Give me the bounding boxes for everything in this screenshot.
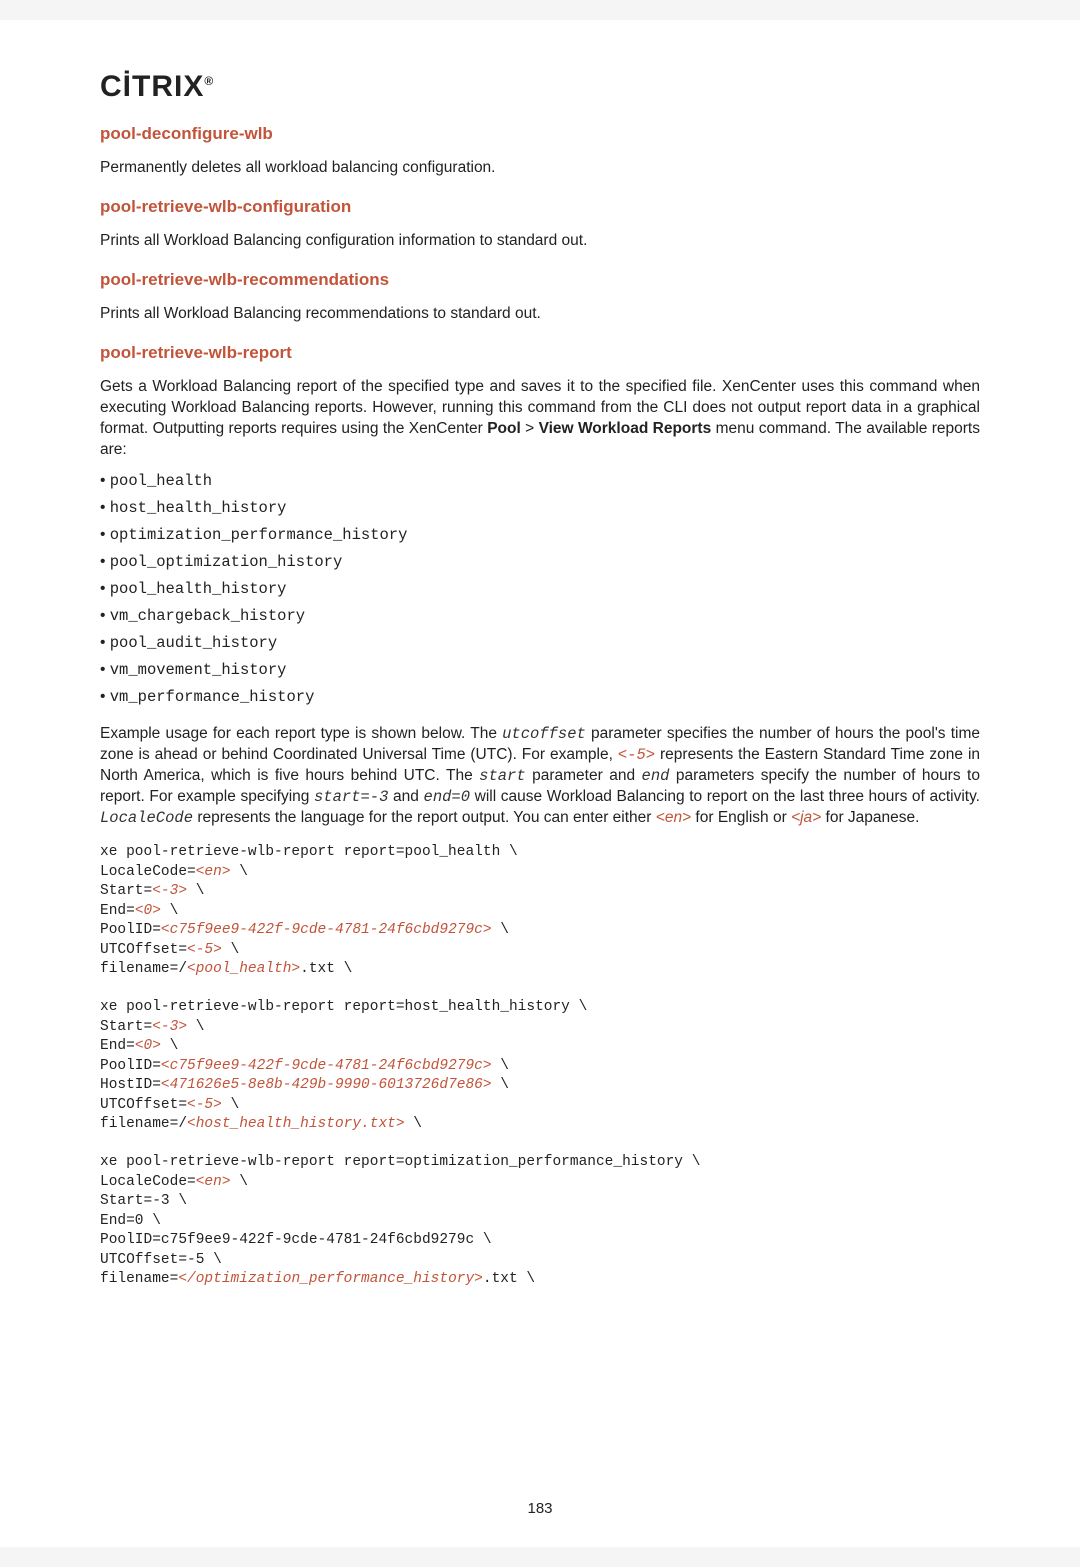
list-item: pool_health: [100, 472, 980, 490]
section-heading: pool-retrieve-wlb-report: [100, 343, 980, 363]
list-item: pool_health_history: [100, 580, 980, 598]
list-item: vm_performance_history: [100, 688, 980, 706]
list-item: optimization_performance_history: [100, 526, 980, 544]
page-container: CİTRIX® pool-deconfigure-wlb Permanently…: [0, 20, 1080, 1547]
list-item: vm_chargeback_history: [100, 607, 980, 625]
body-text: Example usage for each report type is sh…: [100, 724, 980, 829]
citrix-logo: CİTRIX®: [100, 70, 980, 104]
list-item: pool_audit_history: [100, 634, 980, 652]
section-heading: pool-deconfigure-wlb: [100, 124, 980, 144]
section-heading: pool-retrieve-wlb-recommendations: [100, 270, 980, 290]
page-number: 183: [0, 1500, 1080, 1517]
code-block: xe pool-retrieve-wlb-report report=pool_…: [100, 843, 980, 980]
body-text: Prints all Workload Balancing recommenda…: [100, 304, 980, 325]
code-block: xe pool-retrieve-wlb-report report=host_…: [100, 998, 980, 1135]
list-item: pool_optimization_history: [100, 553, 980, 571]
body-text: Gets a Workload Balancing report of the …: [100, 377, 980, 461]
body-text: Prints all Workload Balancing configurat…: [100, 231, 980, 252]
body-text: Permanently deletes all workload balanci…: [100, 158, 980, 179]
reports-list: pool_health host_health_history optimiza…: [100, 472, 980, 706]
code-block: xe pool-retrieve-wlb-report report=optim…: [100, 1153, 980, 1290]
list-item: vm_movement_history: [100, 661, 980, 679]
section-heading: pool-retrieve-wlb-configuration: [100, 197, 980, 217]
list-item: host_health_history: [100, 499, 980, 517]
